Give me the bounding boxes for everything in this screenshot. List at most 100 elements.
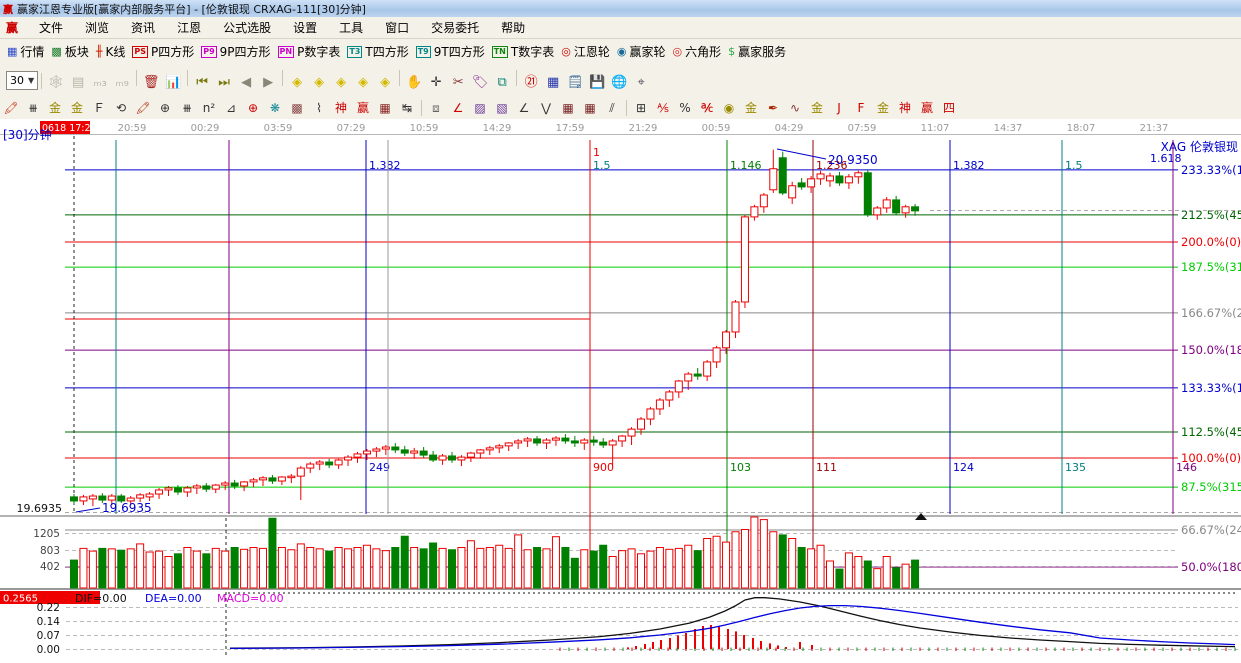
ink-brush-icon[interactable]: ✒	[762, 99, 784, 117]
toolbar-item-quotes[interactable]: ▦行情	[7, 43, 44, 60]
t-digit-table-icon: TN	[492, 46, 508, 58]
j-angle-icon[interactable]: J	[828, 99, 850, 117]
f-angle-icon[interactable]: F	[850, 99, 872, 117]
box-ruler-icon[interactable]: ⧈	[425, 99, 447, 117]
diamond-all-icon[interactable]: ◈	[374, 74, 396, 92]
gold-lines-icon[interactable]: 金	[740, 99, 762, 117]
chart-svg[interactable]: 20:5900:2903:5907:2910:5914:2917:5921:29…	[0, 119, 1241, 659]
color-histogram-icon[interactable]: 📊	[162, 74, 184, 92]
grid-box-icon[interactable]: ▩	[286, 99, 308, 117]
menu-item-2[interactable]: 资讯	[120, 21, 166, 35]
f-ruler-icon[interactable]: Ｆ	[88, 99, 110, 117]
toolbar-item-hexagon[interactable]: ◎六角形	[672, 43, 721, 60]
list-disabled-icon[interactable]: ▤	[67, 74, 89, 92]
gold-ruler2-icon[interactable]: 金	[66, 99, 88, 117]
wave-mark-icon[interactable]: ⌇	[308, 99, 330, 117]
gold-ruler1-icon[interactable]: 金	[44, 99, 66, 117]
brush-red-icon[interactable]: 🖍	[0, 99, 22, 117]
gann-grid-icon[interactable]: ⧻	[22, 99, 44, 117]
menu-item-8[interactable]: 交易委托	[420, 21, 490, 35]
menu-item-6[interactable]: 工具	[328, 21, 374, 35]
fan-box2-icon[interactable]: ▧	[491, 99, 513, 117]
si-angle-icon[interactable]: 四	[938, 99, 960, 117]
delete-kline-icon[interactable]: 🗑	[140, 74, 162, 92]
chart-area[interactable]: 20:5900:2903:5907:2910:5914:2917:5921:29…	[0, 119, 1241, 659]
span-arrows-icon[interactable]: ↹	[396, 99, 418, 117]
toolbar-item-9t-square[interactable]: T99T四方形	[416, 43, 485, 60]
shen-angle-icon[interactable]: 神	[894, 99, 916, 117]
toolbar-item-winner-wheel[interactable]: ◉赢家轮	[617, 43, 666, 60]
menu-item-7[interactable]: 窗口	[374, 21, 420, 35]
fan-box1-icon[interactable]: ▨	[469, 99, 491, 117]
toolbar-item-t-square[interactable]: T3T四方形	[347, 43, 408, 60]
diamond-down-icon[interactable]: ◈	[352, 74, 374, 92]
angle-line-icon[interactable]: ∠	[513, 99, 535, 117]
cut-tool-icon[interactable]: ✂	[447, 74, 469, 92]
pencil2-icon[interactable]: 🖍	[132, 99, 154, 117]
percent-red-icon[interactable]: ℀	[696, 99, 718, 117]
zigzag-icon[interactable]: ⋁	[535, 99, 557, 117]
tag-tool-icon[interactable]: 🏷	[469, 74, 491, 92]
block-tool-icon[interactable]: ⧉	[491, 74, 513, 92]
ying-angle-icon[interactable]: 赢	[916, 99, 938, 117]
grid123-icon[interactable]: ▦	[374, 99, 396, 117]
next-page-icon[interactable]: ▶	[257, 74, 279, 92]
gold-angle-icon[interactable]: 金	[806, 99, 828, 117]
hand-tool-icon[interactable]: ✋	[403, 74, 425, 92]
bars3-disabled-icon[interactable]: ₘ₃	[89, 74, 111, 92]
target-red-icon[interactable]: ⊕	[242, 99, 264, 117]
shen-tool-icon[interactable]: 神	[330, 99, 352, 117]
menu-item-0[interactable]: 文件	[28, 21, 74, 35]
toolbar-item-kline[interactable]: ╫K线	[96, 43, 126, 60]
menu-item-1[interactable]: 浏览	[74, 21, 120, 35]
gold-circle-icon[interactable]: ◉	[718, 99, 740, 117]
scale-table-icon[interactable]: ⊞	[630, 99, 652, 117]
menu-item-9[interactable]: 帮助	[490, 21, 536, 35]
window-titlebar[interactable]: 赢 赢家江恩专业版[赢家内部服务平台] - [伦敦银现 CRXAG-111[30…	[0, 0, 1241, 17]
calendar-21-icon[interactable]: ㉑	[520, 74, 542, 92]
diamond-left-icon[interactable]: ◈	[286, 74, 308, 92]
gold-angle2-icon[interactable]: 金	[872, 99, 894, 117]
toolbar-item-t-digit-table[interactable]: TNT数字表	[492, 43, 555, 60]
binoculars-icon[interactable]: ⌖	[630, 74, 652, 92]
percent-icon[interactable]: %	[674, 99, 696, 117]
cycle-ratio-label: 1.382	[953, 159, 985, 172]
menu-item-3[interactable]: 江恩	[166, 21, 212, 35]
star-teal-icon[interactable]: ❋	[264, 99, 286, 117]
prev-page-icon[interactable]: ◀	[235, 74, 257, 92]
time-tick: 07:29	[337, 123, 366, 134]
n-square-icon[interactable]: n²	[198, 99, 220, 117]
grid-dark1-icon[interactable]: ▦	[557, 99, 579, 117]
last-page-icon[interactable]: ⏭	[213, 74, 235, 92]
bars9-disabled-icon[interactable]: ₘ₉	[111, 74, 133, 92]
grid-dark2-icon[interactable]: ▦	[579, 99, 601, 117]
toolbar-item-sectors[interactable]: ▩板块	[51, 43, 88, 60]
data-table-icon[interactable]: ▦	[542, 74, 564, 92]
notepad-icon[interactable]: 🗒	[564, 74, 586, 92]
toolbar-item-p-square[interactable]: PSP四方形	[132, 43, 194, 60]
menu-item-5[interactable]: 设置	[282, 21, 328, 35]
menu-item-4[interactable]: 公式选股	[212, 21, 282, 35]
period-dropdown[interactable]: 30 ▼	[6, 71, 38, 90]
rays-red-icon[interactable]: ∠	[447, 99, 469, 117]
globe-icon[interactable]: 🌐	[608, 74, 630, 92]
toolbar-item-9p-square[interactable]: P99P四方形	[201, 43, 270, 60]
toolbar-item-gann-wheel[interactable]: ◎江恩轮	[561, 43, 610, 60]
percent-line-icon[interactable]: ⅍	[652, 99, 674, 117]
save-icon[interactable]: 💾	[586, 74, 608, 92]
spiral-icon[interactable]: ⟲	[110, 99, 132, 117]
toolbar-item-p-digit-table[interactable]: PNP数字表	[278, 43, 341, 60]
ying-tool-icon[interactable]: 赢	[352, 99, 374, 117]
diamond-up-icon[interactable]: ◈	[330, 74, 352, 92]
first-page-icon[interactable]: ⏮	[191, 74, 213, 92]
crosshair-tool-icon[interactable]: ✛	[425, 74, 447, 92]
parallel-lines-icon[interactable]: ⫽	[601, 99, 623, 117]
diamond-right-icon[interactable]: ◈	[308, 74, 330, 92]
circle-cycle-icon[interactable]: ⊕	[154, 99, 176, 117]
zoom-out-disabled-icon[interactable]: 🕸	[45, 74, 67, 92]
angle-mirror-icon[interactable]: ⊿	[220, 99, 242, 117]
wave-lines-icon[interactable]: ∿	[784, 99, 806, 117]
time-tick: 10:59	[410, 123, 439, 134]
tick-ruler-icon[interactable]: ⧻	[176, 99, 198, 117]
toolbar-item-winner-service[interactable]: $赢家服务	[728, 43, 786, 60]
